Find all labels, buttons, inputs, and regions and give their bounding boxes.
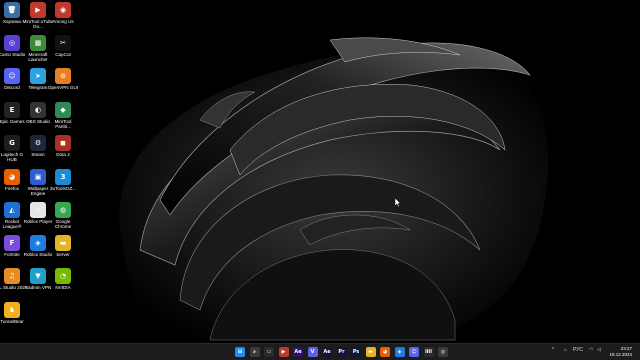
clock-date: 19.12.2024 — [609, 352, 632, 357]
capcut-icon: ✂ — [55, 35, 71, 51]
minitool-utube-icon: ▶ — [30, 2, 46, 18]
openvpn-icon: ⊙ — [55, 68, 71, 84]
premiere-pro-icon[interactable]: Pr — [336, 347, 347, 357]
firefox-icon[interactable]: ◕ — [380, 347, 390, 357]
minitool-utube-icon[interactable]: ▶ — [278, 347, 289, 357]
desktop-shortcut-label: CapCut — [55, 52, 71, 57]
search-icon[interactable]: ⌕ — [249, 347, 260, 357]
roblox-studio-icon[interactable]: ◈ — [394, 347, 405, 357]
fl-studio-icon: ♫ — [4, 268, 20, 284]
tray-overflow-chevron-icon[interactable]: ^ — [552, 347, 554, 353]
google-chrome-icon: ◍ — [55, 202, 71, 218]
rocket-league-icon: ◭ — [4, 202, 20, 218]
audio-app-icon[interactable]: iiii — [423, 347, 434, 357]
among-us-icon: ◉ — [55, 2, 71, 18]
discord-icon[interactable]: ☺ — [409, 347, 419, 357]
tunnelbear-icon: ♞ — [4, 302, 20, 318]
desktop-shortcut[interactable]: ⊙ OpenVPN GUI — [48, 68, 78, 101]
epic-games-icon: E — [4, 102, 20, 118]
desktop-shortcut-label: NVIDIA — [55, 285, 71, 290]
desktop-shortcut[interactable]: ◔ NVIDIA — [48, 268, 78, 301]
taskbar: ⊞ ⌕ ▭ ▶ Ae V Ae Pr Ps ▬ ◕ ◈ ☺ iiii ◎ ^ ⌂ РУС ◠ ◁ 23:27… — [0, 343, 640, 360]
task-view-icon[interactable]: ▭ — [264, 347, 274, 357]
mouse-cursor-icon — [395, 198, 401, 207]
desktop-shortcut[interactable]: ▬ Server — [48, 235, 78, 268]
radmin-vpn-icon: ▼ — [30, 268, 46, 284]
desktop-shortcut-label: Server — [56, 252, 70, 257]
3utools-icon: 3 — [55, 169, 71, 185]
network-icon[interactable]: ⌂ — [564, 347, 567, 353]
language-indicator[interactable]: РУС — [573, 347, 583, 353]
after-effects-icon[interactable]: Ae — [322, 347, 332, 357]
video-editor-icon[interactable]: V — [307, 347, 318, 357]
minitool-partition-icon: ◆ — [55, 102, 71, 118]
recycle-bin-icon: 🗑 — [4, 2, 20, 18]
app-icon[interactable]: ◎ — [438, 347, 448, 357]
discord-icon: ☺ — [4, 68, 20, 84]
desktop-shortcut[interactable]: ◉ Among Us — [48, 2, 78, 35]
desktop-shortcut[interactable]: ◆ MiniTool Partiti... — [48, 102, 78, 135]
fortnite-icon: F — [4, 235, 20, 251]
logitech-ghub-icon: G — [4, 135, 20, 151]
wallpaper-engine-icon: ▣ — [30, 169, 46, 185]
windows-bloom-wallpaper — [0, 0, 640, 343]
dota2-icon: ◼ — [55, 135, 71, 151]
desktop-shortcut[interactable]: ◼ Dota 2 — [48, 135, 78, 168]
start-windows-icon[interactable]: ⊞ — [235, 347, 245, 357]
camo-studio-icon: ◎ — [4, 35, 20, 51]
nvidia-icon: ◔ — [55, 268, 71, 284]
desktop-shortcut[interactable]: 3 3uToolsOZ... — [48, 169, 78, 202]
clock[interactable]: 23:27 19.12.2024 — [609, 346, 632, 358]
file-explorer-icon[interactable]: ▬ — [365, 347, 376, 357]
photoshop-icon[interactable]: Ps — [351, 347, 361, 357]
desktop-shortcut-label: Among Us — [52, 19, 74, 24]
roblox-player-icon: ◇ — [30, 202, 46, 218]
desktop-shortcut-label: OpenVPN GUI — [47, 85, 79, 90]
after-effects-icon[interactable]: Ae — [293, 347, 303, 357]
desktop-shortcut-label: TunnelBear — [0, 319, 24, 324]
desktop-shortcut-label: Google Chrome — [54, 219, 72, 230]
desktop-shortcut-label: 3uToolsOZ... — [49, 186, 77, 191]
firefox-icon: ◕ — [4, 169, 20, 185]
roblox-studio-icon: ◈ — [30, 235, 46, 251]
wifi-icon[interactable]: ◠ — [589, 347, 593, 353]
telegram-icon: ➤ — [30, 68, 46, 84]
volume-icon[interactable]: ◁ — [597, 347, 601, 353]
obs-studio-icon: ◐ — [30, 102, 46, 118]
steam-icon: ⚙ — [30, 135, 46, 151]
desktop-shortcut[interactable]: ✂ CapCut — [48, 35, 78, 68]
desktop-shortcut-label: Dota 2 — [56, 152, 70, 157]
desktop-shortcut-label: MiniTool Partiti... — [54, 119, 72, 130]
folder-icon: ▬ — [55, 235, 71, 251]
minecraft-launcher-icon: ▦ — [30, 35, 46, 51]
desktop-shortcut[interactable]: ◍ Google Chrome — [48, 202, 78, 235]
desktop-shortcut[interactable]: ♞ TunnelBear — [0, 302, 27, 335]
desktop: 🗑 Корзина ▶ MiniTool uTube Do... ◉ Among Us ◎ C… — [0, 0, 640, 343]
